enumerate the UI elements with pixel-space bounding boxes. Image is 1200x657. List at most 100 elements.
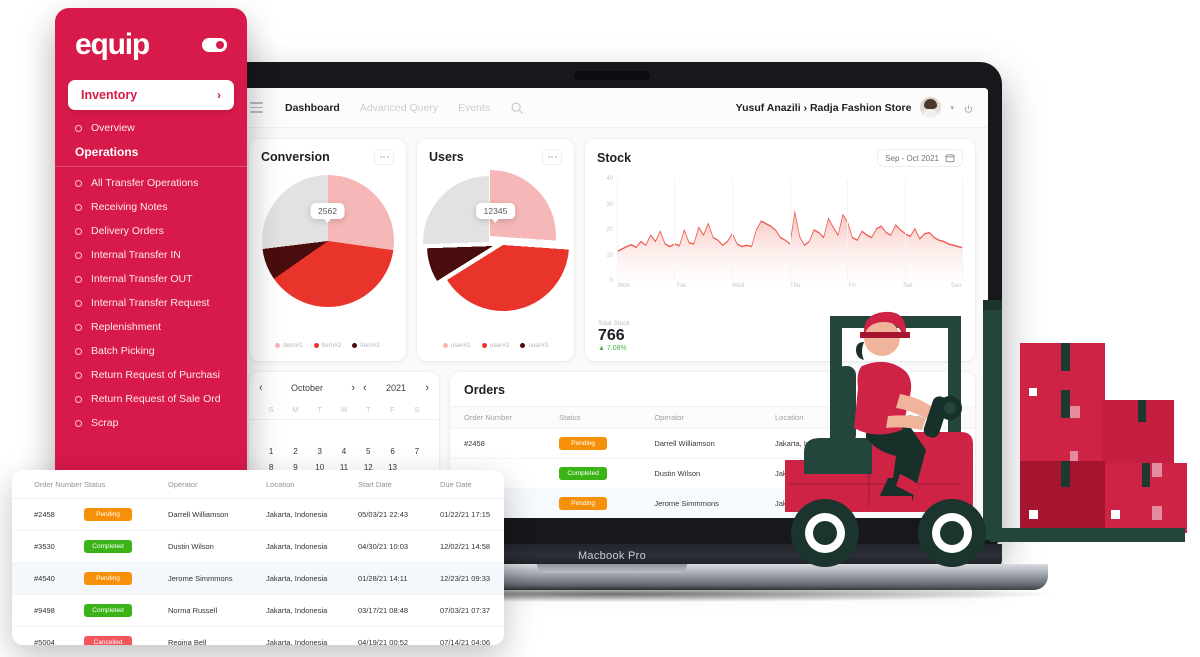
cell-start-date: 01/28/21 14:11	[358, 562, 440, 595]
cell-operator: Dustin Wilson	[640, 458, 762, 489]
calendar-weekday: W	[340, 405, 348, 414]
calendar-day[interactable]: 5	[356, 447, 380, 456]
calendar-day[interactable]: 1	[259, 447, 283, 456]
cell-start-date: 05/03/21 22:43	[358, 498, 440, 531]
calendar-weekday: S	[268, 405, 274, 414]
cell-status: Pending	[545, 488, 641, 518]
sidebar-items: All Transfer Operations Receiving Notes De…	[55, 171, 247, 435]
sidebar-item-label: Internal Transfer OUT	[91, 273, 193, 285]
table-row[interactable]: #2458 Pending Darrell Williamson Jakarta, I…	[12, 498, 504, 531]
sidebar-item-label: Internal Transfer Request	[91, 297, 210, 309]
conversion-card-header: Conversion	[249, 139, 406, 167]
calendar-day[interactable]: 6	[380, 447, 404, 456]
cell-due-date: 12/23/21 09:33	[440, 562, 504, 595]
cell-start-date: 04/19/21 00:52	[358, 638, 409, 645]
cell-status: Cancelled	[84, 627, 168, 645]
calendar-prev-month-button[interactable]: ‹	[259, 382, 263, 394]
sidebar-item-internal-transfer-request[interactable]: Internal Transfer Request	[55, 291, 247, 315]
search-icon[interactable]	[510, 101, 524, 115]
conversion-legend: item#1 item#2 item#3	[249, 342, 406, 349]
table-row[interactable]: #4540Pending Jerome SimmmonsJakarta, Indo…	[12, 562, 504, 595]
calendar-next-month-button[interactable]: ›	[351, 382, 355, 394]
sidebar-item-return-request-of-purchasi[interactable]: Return Request of Purchasi	[55, 363, 247, 387]
status-badge: Pending	[84, 572, 132, 585]
legend-item: item#2	[313, 342, 341, 349]
conversion-more-button[interactable]	[374, 149, 394, 165]
sidebar-item-all-transfer-operations[interactable]: All Transfer Operations	[55, 171, 247, 195]
sidebar-item-label: Return Request of Sale Ord	[91, 393, 221, 405]
floating-column-header: Location	[266, 470, 358, 499]
calendar-next-year-button[interactable]: ›	[425, 382, 429, 394]
stacked-boxes	[1020, 343, 1187, 533]
conversion-pie	[261, 175, 394, 307]
sidebar-item-receiving-notes[interactable]: Receiving Notes	[55, 195, 247, 219]
legend-dot-icon	[481, 343, 487, 348]
y-tick: 0	[609, 278, 613, 284]
legend-label: user#1	[450, 342, 471, 349]
stock-area-chart: 40 30 20 10 0 Mon Tue Wed Thu Fri Sat Su…	[597, 176, 964, 295]
calendar-month-selector: ‹ October ›	[259, 382, 355, 394]
sidebar-item-overview[interactable]: Overview	[55, 116, 247, 140]
chevron-down-icon[interactable]: ▾	[950, 104, 954, 112]
cell-location: Jakarta, Indonesia	[266, 498, 358, 531]
bullet-icon	[75, 347, 82, 355]
cell-operator: Jerome Simmmons	[640, 488, 762, 518]
tab-dashboard[interactable]: Dashboard	[285, 102, 340, 114]
calendar-weekday: M	[292, 405, 299, 414]
stock-date-range-label: Sep - Oct 2021	[885, 153, 939, 163]
cell-operator: Norma Russell	[168, 594, 266, 627]
legend-item: item#1	[275, 342, 303, 349]
table-row[interactable]: #3530Completed Dustin WilsonJakarta, Indo…	[12, 530, 504, 563]
users-pie-chart: 12345	[422, 170, 569, 312]
sidebar-item-internal-transfer-in[interactable]: Internal Transfer IN	[55, 243, 247, 267]
stock-totals: Total Stock 766 ▲ 7.08%	[598, 320, 630, 352]
cell-location: Jakarta, Indonesia	[266, 562, 358, 595]
sidebar-item-label: Internal Transfer IN	[91, 249, 181, 261]
sidebar-item-label: Receiving Notes	[91, 201, 168, 213]
table-row[interactable]: #9498 Completed Norma Russell Jakarta, Indo…	[12, 594, 504, 627]
cell-order-number: #9498	[12, 594, 84, 627]
calendar-day-empty: .	[308, 431, 332, 440]
table-row[interactable]: #5004 Cancelled Regina Bell Jakarta, Indone…	[12, 627, 504, 645]
calendar-weekday: T	[365, 405, 371, 414]
calendar-day-empty: .	[405, 431, 429, 440]
power-icon[interactable]	[963, 102, 974, 113]
tab-advanced-query[interactable]: Advanced Query	[360, 102, 438, 114]
sidebar-item-inventory[interactable]: Inventory ›	[68, 80, 234, 110]
sidebar-item-internal-transfer-out[interactable]: Internal Transfer OUT	[55, 267, 247, 291]
sidebar-item-scrap[interactable]: Scrap	[55, 411, 247, 435]
sidebar-item-return-request-of-sale-ord[interactable]: Return Request of Sale Ord	[55, 387, 247, 411]
cell-location: Jakarta, Indonesia	[266, 594, 358, 627]
calendar-day[interactable]: 7	[405, 447, 429, 456]
users-more-button[interactable]	[542, 149, 562, 165]
users-title: Users	[429, 150, 464, 164]
legend-item: item#3	[352, 342, 380, 349]
bullet-icon	[75, 419, 82, 427]
legend-label: user#3	[528, 342, 549, 349]
sidebar-item-delivery-orders[interactable]: Delivery Orders	[55, 219, 247, 243]
orders-column-header: Status	[545, 406, 641, 429]
calendar-day[interactable]: 4	[332, 447, 356, 456]
cell-status: Completed	[84, 594, 168, 627]
cell-start-date: 04/30/21 10:03	[358, 530, 440, 563]
total-stock-value: 766	[598, 326, 625, 344]
sidebar-item-label: All Transfer Operations	[91, 177, 199, 189]
calendar-day[interactable]: 2	[283, 447, 307, 456]
calendar-day[interactable]: 3	[308, 447, 332, 456]
stock-date-range-picker[interactable]: Sep - Oct 2021	[877, 149, 963, 167]
sidebar-top-items: Overview	[55, 116, 247, 140]
sidebar-item-replenishment[interactable]: Replenishment	[55, 315, 247, 339]
calendar-days-grid: .......12345678910111213	[259, 431, 429, 472]
cell-location: Jakarta, Indonesia	[266, 530, 358, 563]
legend-dot-icon	[275, 343, 281, 348]
sidebar-toggle[interactable]	[202, 38, 227, 52]
stock-y-axis: 40 30 20 10 0	[597, 176, 615, 284]
sidebar-item-batch-picking[interactable]: Batch Picking	[55, 339, 247, 363]
tab-events[interactable]: Events	[458, 102, 490, 114]
laptop-model-label: Macbook Pro	[577, 550, 647, 562]
avatar[interactable]	[920, 97, 942, 118]
sidebar-item-label: Batch Picking	[91, 345, 155, 357]
menu-icon[interactable]	[250, 102, 263, 113]
sidebar-panel: equip Inventory › Overview Operations Al…	[55, 8, 247, 488]
calendar-prev-year-button[interactable]: ‹	[363, 382, 367, 394]
